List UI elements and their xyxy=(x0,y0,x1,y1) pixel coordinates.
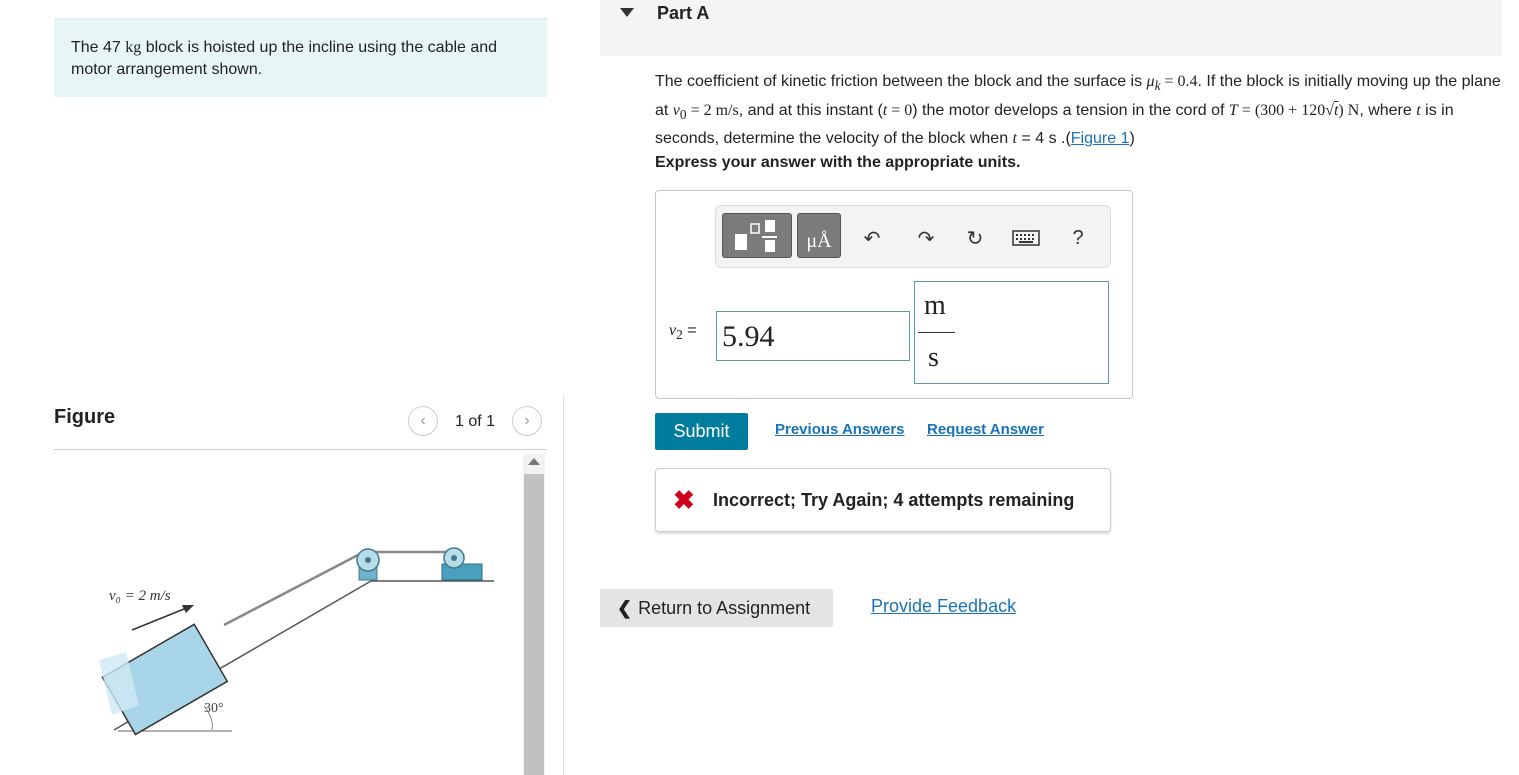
answer-value-input[interactable]: 5.94 xyxy=(716,311,910,361)
velocity-label: v₀ = 2 m/s xyxy=(109,588,171,604)
scrollbar-thumb[interactable] xyxy=(524,474,544,775)
panel-divider xyxy=(563,395,564,775)
figure-title: Figure xyxy=(54,406,116,428)
keyboard-icon[interactable] xyxy=(1011,226,1041,250)
templates-button[interactable] xyxy=(722,213,792,258)
caret-down-icon[interactable] xyxy=(620,8,634,17)
scroll-up-icon[interactable] xyxy=(528,458,540,465)
figure-prev-button[interactable]: ‹ xyxy=(408,406,438,436)
chevron-left-icon: ❮ xyxy=(617,597,633,618)
part-header[interactable] xyxy=(600,0,1502,56)
problem-intro-box: The 47 kg block is hoisted up the inclin… xyxy=(54,18,547,97)
feedback-message: Incorrect; Try Again; 4 attempts remaini… xyxy=(713,490,1075,510)
cable xyxy=(223,553,359,627)
templates-icon xyxy=(735,220,777,252)
figure-next-button[interactable]: › xyxy=(512,406,542,436)
provide-feedback-link[interactable]: Provide Feedback xyxy=(871,596,1016,617)
velocity-arrow xyxy=(131,606,190,631)
redo-icon[interactable]: ↷ xyxy=(914,226,938,250)
chevron-left-icon: ‹ xyxy=(420,412,426,429)
incline-figure: 30° v₀ = 2 m/s xyxy=(99,547,494,736)
pulley-hub xyxy=(365,557,371,563)
figure-divider xyxy=(54,449,547,450)
undo-icon[interactable]: ↶ xyxy=(860,226,884,250)
units-label: μÅ xyxy=(806,230,832,252)
previous-answers-link[interactable]: Previous Answers xyxy=(775,421,905,438)
figure-link[interactable]: Figure 1 xyxy=(1071,130,1130,147)
unit-fraction-bar xyxy=(918,332,955,333)
answer-variable-label: v2 = xyxy=(669,322,697,343)
figure-counter: 1 of 1 xyxy=(455,413,496,430)
error-x-icon: ✖ xyxy=(673,485,695,515)
angle-label: 30° xyxy=(204,701,224,716)
part-title[interactable]: Part A xyxy=(657,3,709,24)
motor-hub xyxy=(451,555,457,561)
problem-intro-text: The 47 kg block is hoisted up the inclin… xyxy=(71,39,498,78)
unit-denominator: s xyxy=(928,342,939,373)
help-button[interactable]: ? xyxy=(1066,226,1090,250)
units-button[interactable]: μÅ xyxy=(797,213,841,258)
return-to-assignment-button[interactable]: ❮ Return to Assignment xyxy=(600,589,833,627)
return-label: Return to Assignment xyxy=(638,597,811,618)
question-text: The coefficient of kinetic friction betw… xyxy=(655,73,1501,148)
reset-icon[interactable]: ↻ xyxy=(963,226,987,250)
unit-numerator: m xyxy=(924,290,946,321)
chevron-right-icon: › xyxy=(524,412,530,429)
submit-button[interactable]: Submit xyxy=(655,413,748,450)
answer-instructions: Express your answer with the appropriate… xyxy=(655,154,1021,171)
request-answer-link[interactable]: Request Answer xyxy=(927,421,1044,438)
